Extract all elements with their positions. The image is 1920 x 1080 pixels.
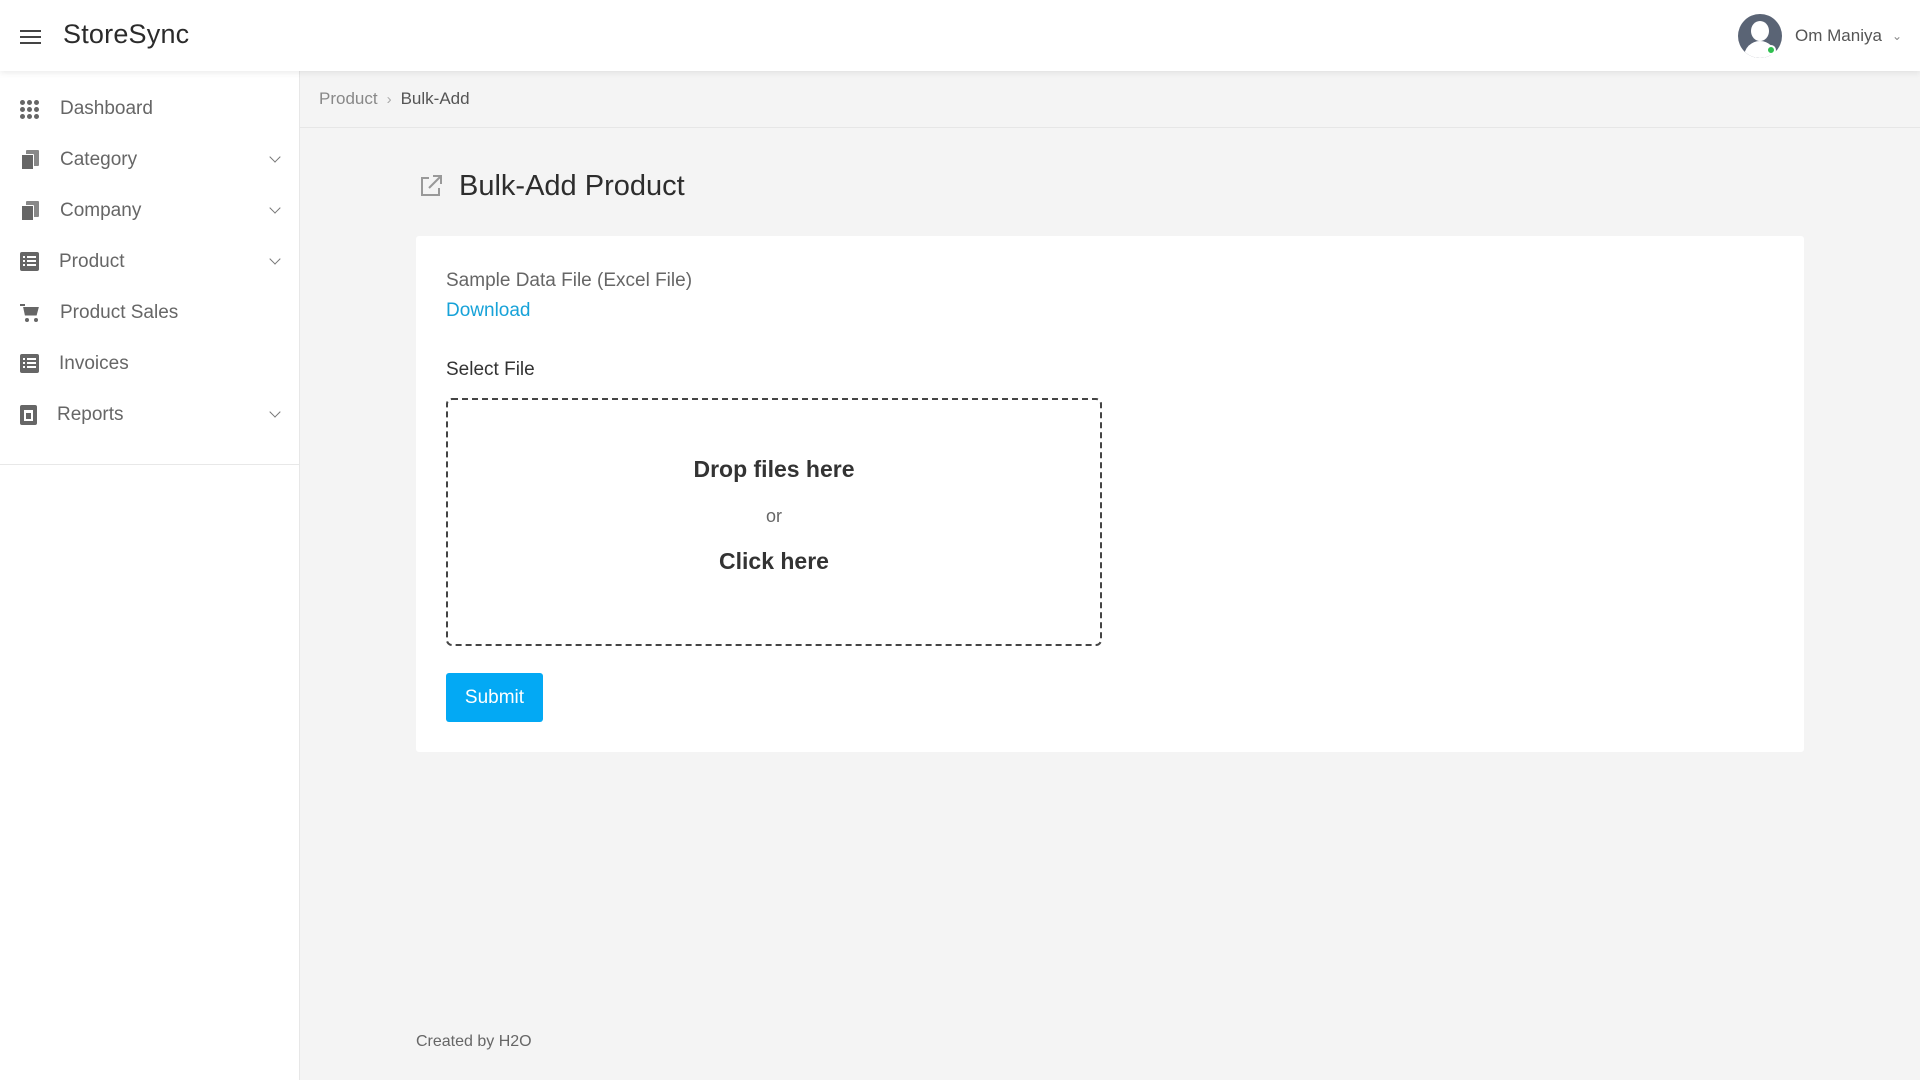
sidebar-item-dashboard[interactable]: Dashboard: [0, 83, 299, 134]
page-header: Bulk-Add Product: [418, 166, 685, 206]
user-name[interactable]: Om Maniya: [1795, 26, 1882, 46]
select-file-label: Select File: [446, 359, 535, 380]
bulk-add-card: Sample Data File (Excel File) Download S…: [416, 236, 1804, 752]
chevron-down-icon[interactable]: [269, 406, 281, 418]
sidebar-item-label: Product: [59, 250, 125, 272]
sidebar: Dashboard Category Company Product Produ…: [0, 71, 300, 1080]
chevron-down-icon[interactable]: [269, 151, 281, 163]
document-icon: [20, 149, 40, 170]
submit-button[interactable]: Submit: [446, 673, 543, 722]
online-status-icon: [1766, 45, 1776, 55]
sidebar-item-label: Company: [60, 199, 142, 221]
sidebar-item-reports[interactable]: Reports: [0, 389, 299, 440]
dropzone-title: Drop files here: [693, 456, 855, 482]
document-icon: [20, 200, 40, 221]
sample-file-label: Sample Data File (Excel File): [446, 270, 693, 291]
sidebar-item-label: Dashboard: [60, 97, 153, 119]
chevron-down-icon[interactable]: [269, 253, 281, 265]
sidebar-item-invoices[interactable]: Invoices: [0, 338, 299, 389]
sidebar-item-company[interactable]: Company: [0, 185, 299, 236]
download-link[interactable]: Download: [446, 300, 531, 322]
user-menu[interactable]: Om Maniya ⌄: [1738, 14, 1902, 58]
sidebar-nav: Dashboard Category Company Product Produ…: [0, 71, 299, 465]
hamburger-icon[interactable]: [20, 30, 41, 45]
chevron-down-icon[interactable]: [269, 202, 281, 214]
app-brand[interactable]: StoreSync: [63, 19, 189, 50]
sidebar-item-label: Category: [60, 148, 138, 170]
report-icon: [20, 404, 37, 425]
grid-icon: [20, 99, 40, 119]
breadcrumb-current: Bulk-Add: [400, 89, 470, 108]
breadcrumb-separator: ›: [386, 90, 392, 108]
chevron-down-icon[interactable]: ⌄: [1892, 29, 1902, 43]
external-link-icon: [418, 173, 444, 199]
page-title: Bulk-Add Product: [459, 169, 685, 202]
dropzone-or: or: [765, 506, 782, 526]
sidebar-item-label: Invoices: [59, 352, 129, 374]
sidebar-item-product[interactable]: Product: [0, 236, 299, 287]
footer-credit: Created by H2O: [416, 1033, 532, 1050]
cart-icon: [20, 303, 40, 323]
sidebar-item-product-sales[interactable]: Product Sales: [0, 287, 299, 338]
sidebar-item-category[interactable]: Category: [0, 134, 299, 185]
list-icon: [20, 252, 39, 271]
file-dropzone[interactable]: Drop files here or Click here: [446, 398, 1102, 646]
sidebar-item-label: Reports: [57, 403, 124, 425]
breadcrumb: Product › Bulk-Add: [300, 71, 1920, 128]
breadcrumb-product-link[interactable]: Product: [319, 89, 378, 109]
sidebar-item-label: Product Sales: [60, 301, 179, 323]
list-icon: [20, 354, 39, 373]
dropzone-click[interactable]: Click here: [448, 548, 1100, 575]
top-header: StoreSync Om Maniya ⌄: [0, 0, 1920, 71]
